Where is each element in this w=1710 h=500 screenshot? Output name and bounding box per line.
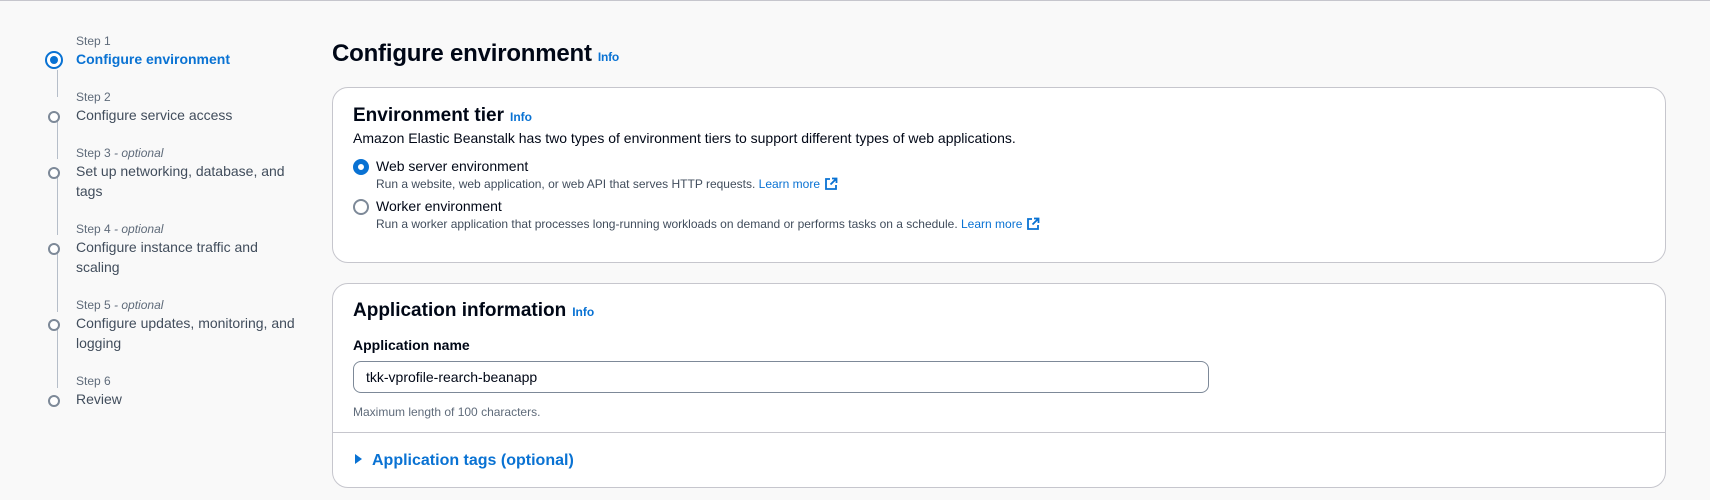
- step-circle-icon: [48, 167, 60, 179]
- top-border: [0, 0, 1710, 1]
- application-information-title: Application information: [353, 300, 567, 321]
- application-name-input[interactable]: [353, 361, 1209, 393]
- step-active-icon: [45, 51, 63, 69]
- step-label: Configure instance traffic and scaling: [76, 239, 258, 275]
- learn-more-link[interactable]: Learn more: [961, 217, 1040, 231]
- page-title-text: Configure environment: [332, 40, 592, 67]
- wizard-step-6[interactable]: Step 6 Review: [48, 373, 122, 409]
- application-information-panel: Application information Info Application …: [332, 283, 1666, 488]
- option-description-text: Run a website, web application, or web A…: [376, 177, 756, 191]
- external-link-icon: [825, 177, 838, 190]
- step-label: Configure updates, monitoring, and loggin…: [76, 315, 295, 351]
- environment-tier-heading: Environment tier Info: [353, 105, 532, 127]
- radio-description: Run a website, web application, or web A…: [376, 177, 838, 191]
- wizard-step-3[interactable]: Step 3 - optional Set up networking, dat…: [48, 145, 285, 201]
- divider: [333, 432, 1665, 433]
- option-description-text: Run a worker application that processes …: [376, 217, 958, 231]
- caret-right-icon: [355, 454, 362, 464]
- radio-label: Worker environment: [376, 198, 502, 214]
- application-information-heading: Application information Info: [353, 300, 594, 322]
- page-title: Configure environment Info: [332, 40, 619, 68]
- wizard-step-5[interactable]: Step 5 - optional Configure updates, mon…: [48, 297, 295, 353]
- wizard-step-1[interactable]: Step 1 Configure environment: [45, 33, 231, 69]
- step-circle-icon: [48, 111, 60, 123]
- application-name-label: Application name: [353, 337, 470, 353]
- step-number: Step 3 - optional: [76, 146, 164, 160]
- wizard-step-2[interactable]: Step 2 Configure service access: [48, 89, 232, 125]
- info-link[interactable]: Info: [598, 50, 619, 64]
- application-name-hint: Maximum length of 100 characters.: [353, 405, 541, 419]
- step-number: Step 5 - optional: [76, 298, 164, 312]
- info-link[interactable]: Info: [510, 110, 532, 124]
- step-circle-icon: [48, 243, 60, 255]
- application-tags-label: Application tags (optional): [372, 452, 574, 469]
- step-label: Review: [76, 391, 122, 407]
- step-number: Step 2: [76, 90, 111, 104]
- step-label: Configure environment: [76, 51, 231, 67]
- environment-tier-description: Amazon Elastic Beanstalk has two types o…: [353, 130, 1016, 146]
- wizard-step-4[interactable]: Step 4 - optional Configure instance tra…: [48, 221, 258, 277]
- step-circle-icon: [48, 395, 60, 407]
- info-link[interactable]: Info: [572, 305, 594, 319]
- step-number: Step 6: [76, 374, 111, 388]
- step-circle-icon: [48, 319, 60, 331]
- radio-unselected-icon[interactable]: [353, 199, 369, 215]
- radio-selected-icon[interactable]: [353, 159, 369, 175]
- radio-description: Run a worker application that processes …: [376, 217, 1040, 231]
- learn-more-link[interactable]: Learn more: [759, 177, 838, 191]
- environment-tier-panel: Environment tier Info Amazon Elastic Bean…: [332, 87, 1666, 263]
- external-link-icon: [1027, 217, 1040, 230]
- radio-label: Web server environment: [376, 158, 529, 174]
- application-tags-expander[interactable]: Application tags (optional): [355, 452, 574, 470]
- step-number: Step 1: [76, 34, 111, 48]
- step-number: Step 4 - optional: [76, 222, 164, 236]
- step-label: Set up networking, database, and tags: [76, 163, 285, 199]
- environment-tier-title: Environment tier: [353, 105, 504, 126]
- step-label: Configure service access: [76, 107, 233, 123]
